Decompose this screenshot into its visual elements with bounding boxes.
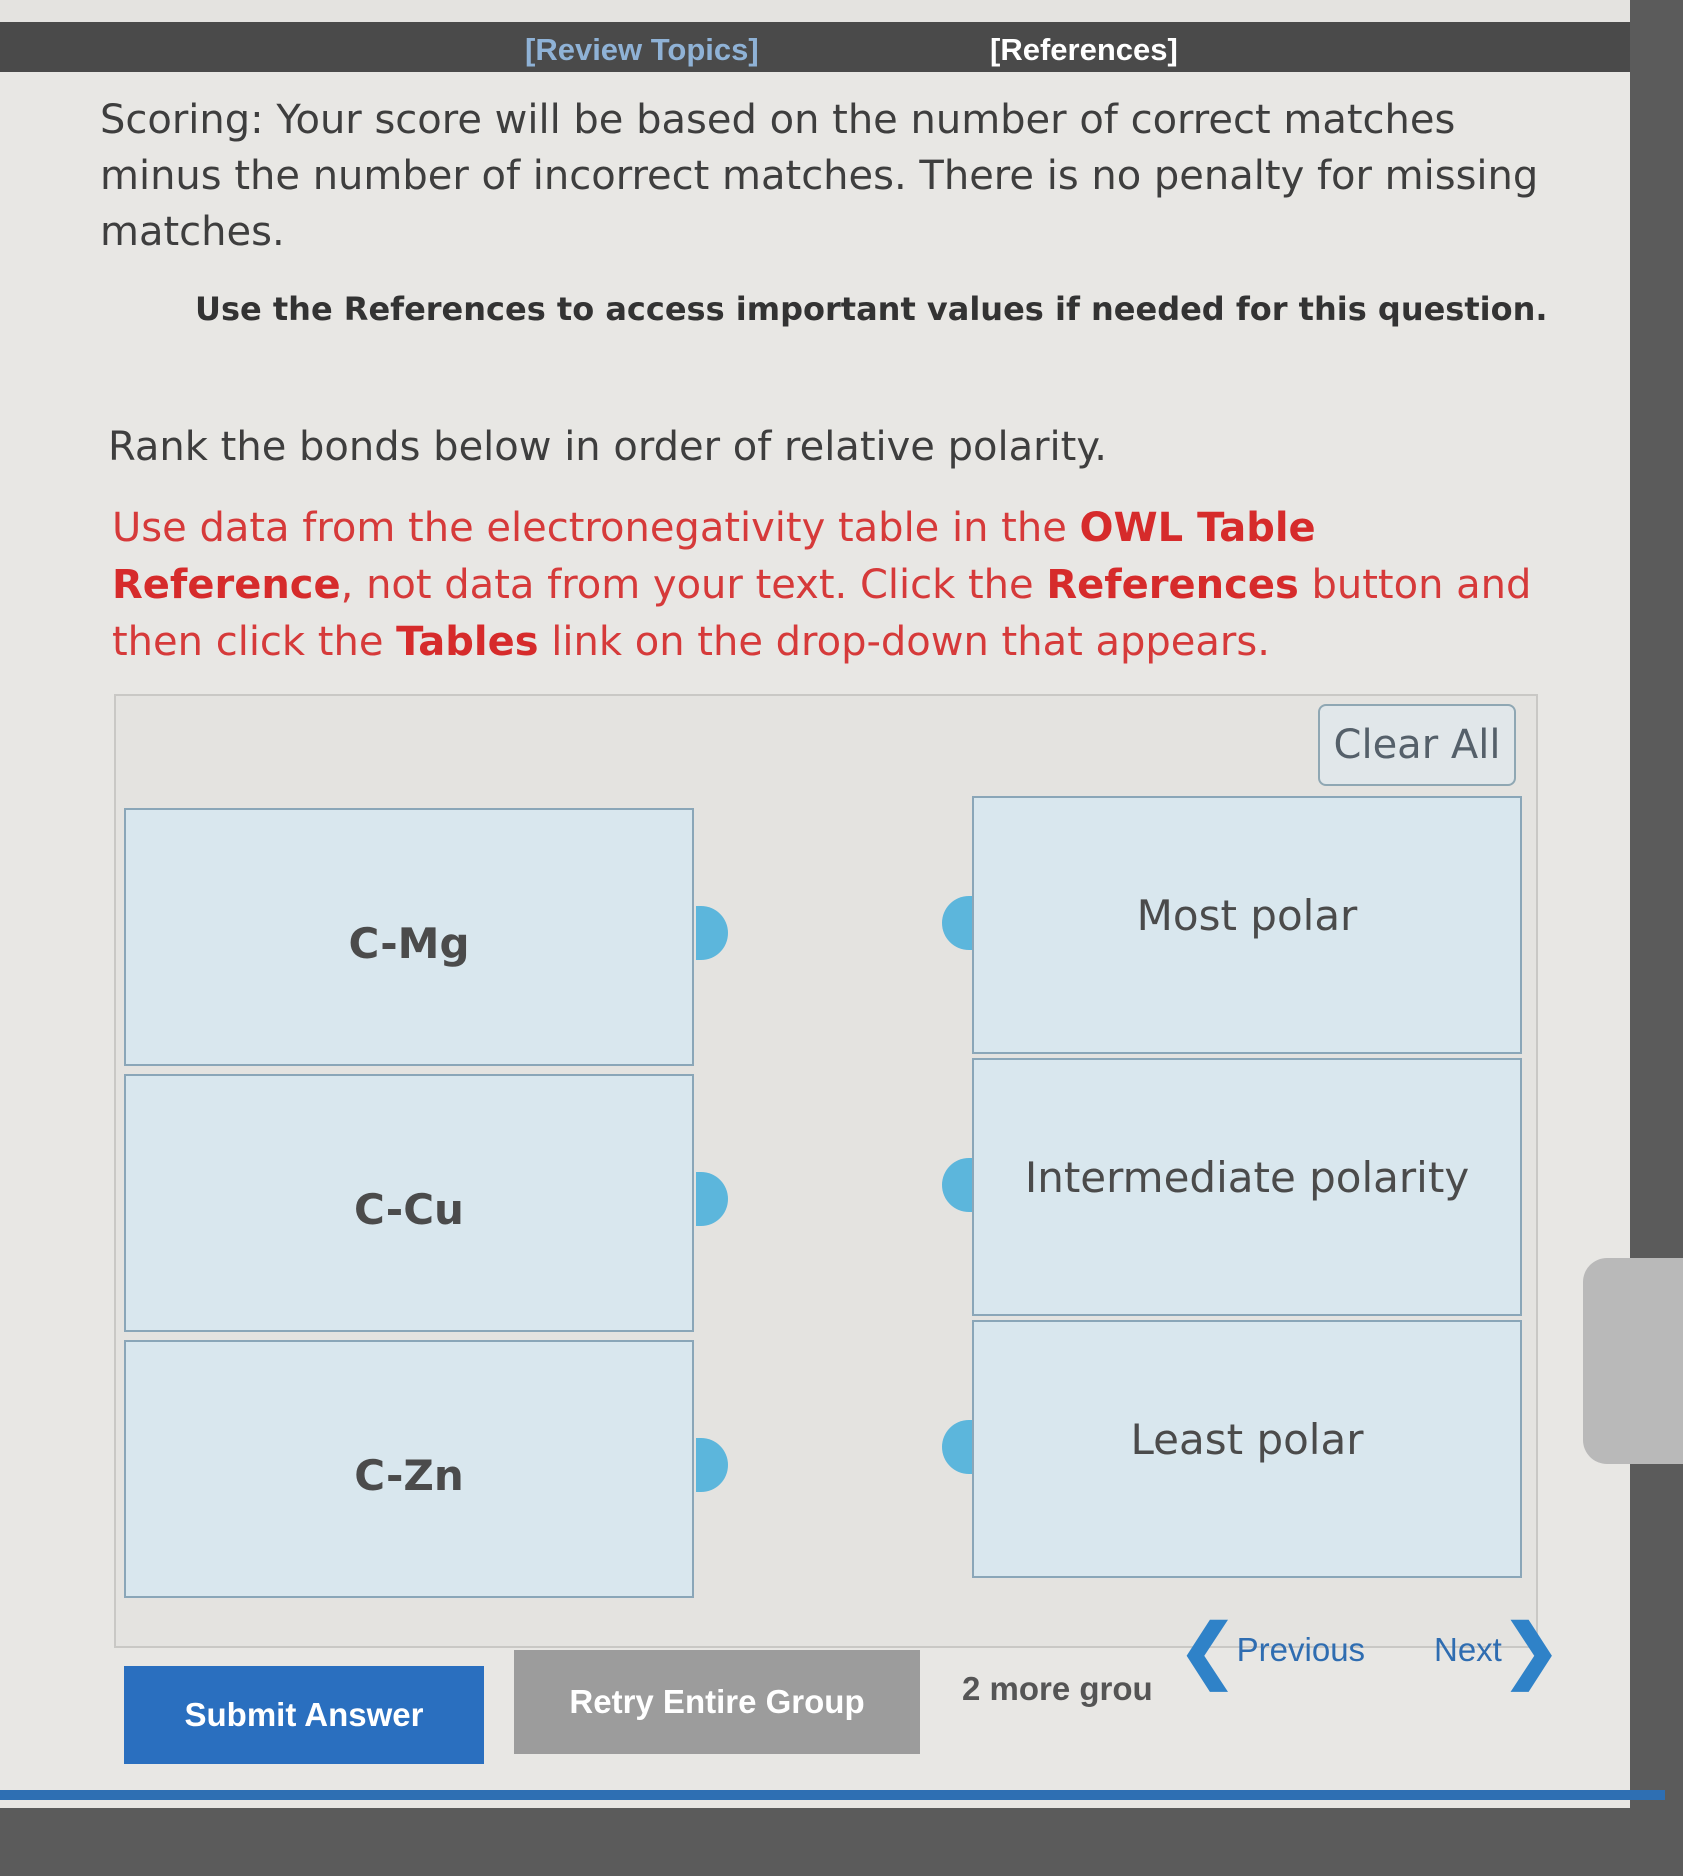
connector-handle-c-mg[interactable] — [696, 906, 728, 960]
bond-label: C-Cu — [354, 1184, 464, 1234]
bond-label: C-Mg — [348, 918, 470, 968]
bond-card-c-zn[interactable]: C-Zn — [124, 1340, 694, 1598]
question-panel: Scoring: Your score will be based on the… — [0, 72, 1630, 1808]
chevron-right-icon: ❯ — [1501, 1611, 1561, 1689]
instructions-part-4: link on the drop-down that appears. — [538, 619, 1270, 665]
connector-handle-c-cu[interactable] — [696, 1172, 728, 1226]
target-label: Intermediate polarity — [1024, 1152, 1470, 1202]
more-groups-text: 2 more grou — [962, 1670, 1152, 1707]
next-button[interactable]: Next ❯ — [1434, 1611, 1561, 1689]
question-text: Rank the bonds below in order of relativ… — [108, 424, 1108, 470]
instructions-text: Use data from the electronegativity tabl… — [112, 500, 1542, 671]
side-drawer-tab[interactable] — [1583, 1258, 1683, 1464]
top-bar: [Review Topics] [References] — [0, 22, 1630, 72]
previous-label: Previous — [1236, 1631, 1366, 1668]
bond-card-c-mg[interactable]: C-Mg — [124, 808, 694, 1066]
connector-target-least-polar[interactable] — [942, 1420, 974, 1474]
references-link[interactable]: [References] — [990, 32, 1178, 68]
retry-entire-group-button[interactable]: Retry Entire Group — [514, 1650, 920, 1754]
matching-area: Clear All C-Mg C-Cu C-Zn Most polar Inte… — [114, 694, 1538, 1648]
bond-label: C-Zn — [354, 1450, 464, 1500]
target-card-most-polar[interactable]: Most polar — [972, 796, 1522, 1054]
submit-answer-button[interactable]: Submit Answer — [124, 1666, 484, 1764]
target-card-least-polar[interactable]: Least polar — [972, 1320, 1522, 1578]
target-card-intermediate-polarity[interactable]: Intermediate polarity — [972, 1058, 1522, 1316]
app-screen: [Review Topics] [References] Scoring: Yo… — [0, 0, 1630, 1808]
instructions-part-2: , not data from your text. Click the — [340, 562, 1047, 608]
target-label: Least polar — [1130, 1414, 1364, 1464]
references-emphasis: References — [1046, 562, 1299, 608]
connector-target-intermediate[interactable] — [942, 1158, 974, 1212]
clear-all-button[interactable]: Clear All — [1318, 704, 1516, 786]
next-label: Next — [1434, 1631, 1502, 1668]
review-topics-link[interactable]: [Review Topics] — [525, 32, 759, 68]
previous-button[interactable]: ❮ Previous — [1178, 1611, 1366, 1689]
instructions-part-1: Use data from the electronegativity tabl… — [112, 505, 1080, 551]
tables-emphasis: Tables — [396, 619, 539, 665]
connector-target-most-polar[interactable] — [942, 896, 974, 950]
target-label: Most polar — [1136, 890, 1358, 940]
connector-handle-c-zn[interactable] — [696, 1438, 728, 1492]
bottom-accent-line — [0, 1790, 1665, 1800]
scoring-text: Scoring: Your score will be based on the… — [100, 97, 1539, 255]
chevron-left-icon: ❮ — [1178, 1611, 1237, 1689]
references-note: Use the References to access important v… — [195, 290, 1548, 328]
bond-card-c-cu[interactable]: C-Cu — [124, 1074, 694, 1332]
